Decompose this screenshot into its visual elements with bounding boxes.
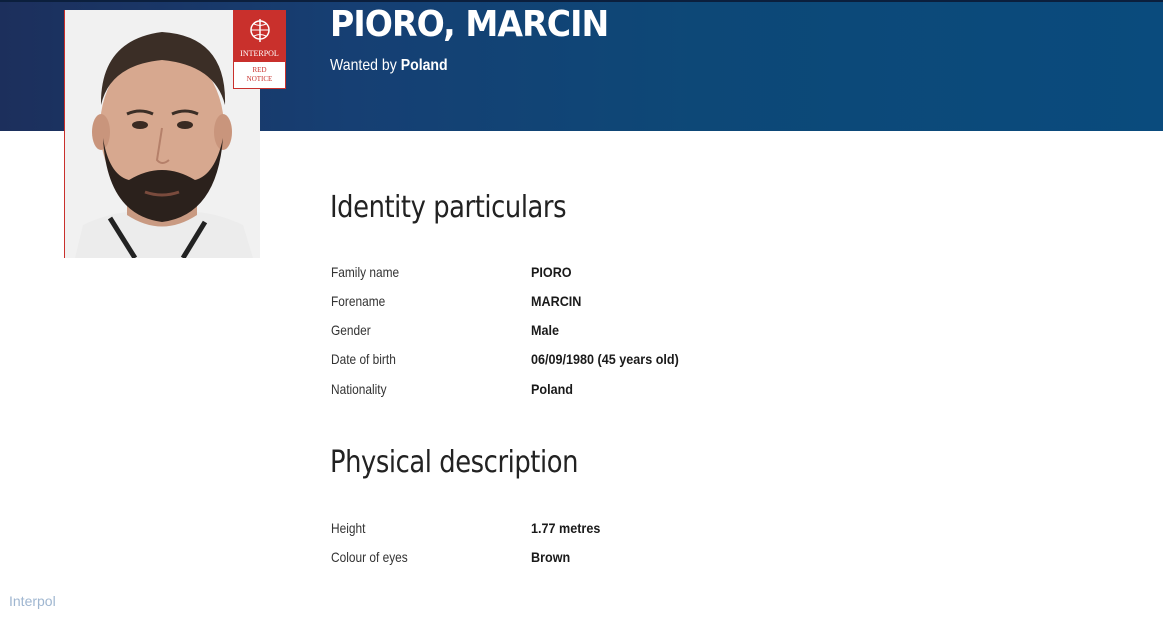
physical-label: Colour of eyes	[331, 549, 408, 565]
interpol-emblem-icon	[250, 19, 270, 42]
identity-value: 06/09/1980 (45 years old)	[531, 351, 679, 367]
portrait-image	[65, 10, 260, 258]
physical-value: Brown	[531, 549, 571, 565]
physical-row: Height 1.77 metres	[331, 520, 1031, 544]
physical-row: Colour of eyes Brown	[331, 549, 1031, 573]
badge-notice-line2: NOTICE	[246, 75, 273, 83]
identity-label: Gender	[331, 322, 371, 338]
wanted-by: Wanted by Poland	[330, 57, 448, 75]
identity-row: Date of birth 06/09/1980 (45 years old)	[331, 351, 1031, 375]
identity-row: Family name PIORO	[331, 264, 1031, 288]
interpol-red-notice-badge: INTERPOL RED NOTICE	[233, 10, 286, 89]
identity-value: MARCIN	[531, 293, 582, 309]
identity-section-title: Identity particulars	[330, 190, 567, 225]
identity-label: Date of birth	[331, 351, 396, 367]
badge-notice-label: RED NOTICE	[234, 66, 285, 84]
identity-value: Male	[531, 322, 560, 338]
badge-notice-line1: RED	[252, 66, 267, 74]
wanted-by-prefix: Wanted by	[330, 57, 397, 74]
identity-label: Nationality	[331, 381, 387, 397]
identity-label: Family name	[331, 264, 400, 280]
identity-row: Forename MARCIN	[331, 293, 1031, 317]
physical-value: 1.77 metres	[531, 520, 601, 536]
identity-value: PIORO	[531, 264, 572, 280]
identity-row: Nationality Poland	[331, 381, 1031, 405]
badge-red-panel: INTERPOL	[234, 11, 285, 62]
physical-section-title: Physical description	[330, 445, 579, 480]
interpol-watermark: Interpol	[9, 593, 56, 609]
person-name: PIORO, MARCIN	[330, 4, 609, 45]
badge-org-label: INTERPOL	[240, 49, 279, 58]
person-photo	[64, 10, 260, 258]
red-notice-page: PIORO, MARCIN Wanted by Poland INTERPOL …	[0, 0, 1163, 617]
identity-value: Poland	[531, 381, 574, 397]
wanted-by-country: Poland	[400, 57, 448, 74]
identity-row: Gender Male	[331, 322, 1031, 346]
physical-label: Height	[331, 520, 366, 536]
identity-label: Forename	[331, 293, 386, 309]
